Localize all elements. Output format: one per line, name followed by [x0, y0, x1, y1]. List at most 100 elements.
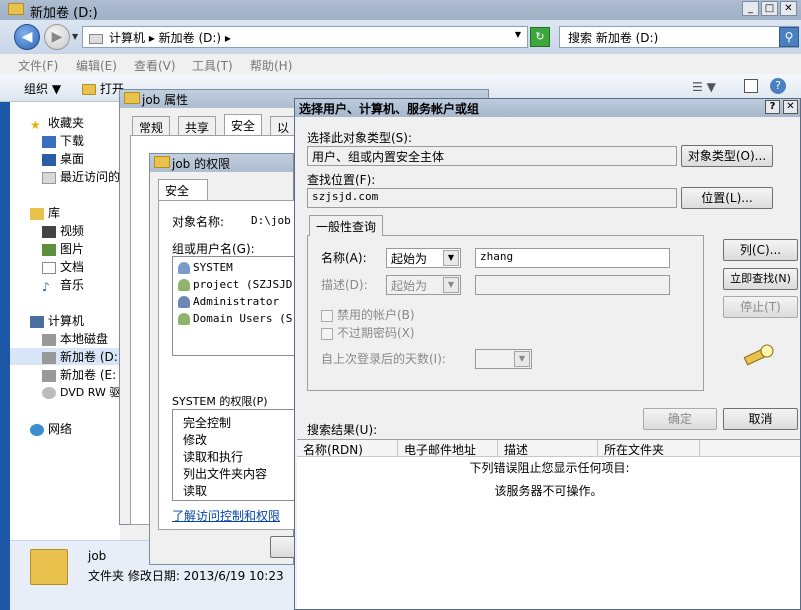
- nav-favorites[interactable]: ★ 收藏夹: [30, 114, 84, 132]
- column-header-name[interactable]: 名称(RDN): [303, 441, 363, 458]
- nav-downloads[interactable]: 下载: [42, 132, 84, 149]
- refresh-icon[interactable]: ↻: [530, 27, 550, 47]
- nav-desktop[interactable]: 桌面: [42, 150, 84, 167]
- desktop-icon: [42, 153, 56, 166]
- nav-network[interactable]: 网络: [30, 420, 72, 437]
- address-input[interactable]: 计算机 ▸ 新加卷 (D:) ▸ ▼: [82, 26, 528, 48]
- window-controls: _ □ ✕: [742, 1, 797, 16]
- nav-computer[interactable]: 计算机: [30, 312, 84, 329]
- non-expiring-password-checkbox: 不过期密码(X): [321, 324, 415, 341]
- help-button[interactable]: ?: [765, 100, 780, 114]
- help-icon[interactable]: ?: [770, 78, 786, 94]
- nav-drive-e[interactable]: 新加卷 (E:: [42, 366, 116, 383]
- permissions-for-label: SYSTEM 的权限(P): [172, 395, 268, 408]
- find-now-button[interactable]: 立即查找(N): [723, 268, 798, 290]
- computer-icon: [30, 315, 44, 328]
- music-icon: ♪: [42, 279, 50, 294]
- nav-recent[interactable]: 最近访问的: [42, 168, 120, 185]
- nav-dvd[interactable]: DVD RW 驱动: [42, 384, 131, 400]
- list-item[interactable]: Administrator: [178, 295, 279, 308]
- access-control-link[interactable]: 了解访问控制和权限: [172, 507, 280, 524]
- back-button[interactable]: ◀: [14, 24, 40, 50]
- selected-item-info: 文件夹 修改日期: 2013/6/19 10:23: [88, 569, 284, 583]
- tab-security[interactable]: 安全: [224, 114, 263, 135]
- description-match-value: 起始为: [391, 279, 428, 293]
- disabled-accounts-checkbox: 禁用的帐户(B): [321, 306, 415, 323]
- nav-videos[interactable]: 视频: [42, 222, 84, 239]
- error-message-line1: 下列错误阻止您显示任何项目:: [469, 461, 630, 475]
- nav-drive-d[interactable]: 新加卷 (D:: [10, 348, 120, 365]
- tab-sharing[interactable]: 共享: [178, 116, 217, 135]
- menu-bar: 文件(F) 编辑(E) 查看(V) 工具(T) 帮助(H): [0, 54, 801, 74]
- organize-button[interactable]: 组织 ▼: [24, 80, 61, 97]
- tab-general[interactable]: 常规: [132, 116, 171, 135]
- object-types-button[interactable]: 对象类型(O)...: [681, 145, 773, 167]
- video-icon: [42, 225, 56, 238]
- ok-button: 确定: [643, 408, 717, 430]
- nav-documents[interactable]: 文档: [42, 258, 84, 275]
- document-icon: [42, 261, 56, 274]
- name-match-value: 起始为: [391, 252, 428, 266]
- tab-more[interactable]: 以: [270, 116, 297, 135]
- preview-pane-icon[interactable]: [744, 79, 758, 93]
- columns-button[interactable]: 列(C)...: [723, 239, 798, 261]
- folder-icon: [8, 3, 24, 18]
- column-header-email[interactable]: 电子邮件地址: [397, 440, 476, 457]
- search-icon[interactable]: ⚲: [779, 27, 799, 47]
- list-item[interactable]: project (SZJSJD: [178, 278, 292, 291]
- permission-list-folder: 列出文件夹内容: [183, 467, 268, 481]
- network-icon: [30, 423, 44, 436]
- maximize-button[interactable]: □: [761, 1, 778, 16]
- groups-label: 组或用户名(G):: [172, 242, 255, 256]
- results-header: 名称(RDN) 电子邮件地址 描述 所在文件夹: [297, 440, 800, 457]
- permissions-list[interactable]: 完全控制 修改 读取和执行 列出文件夹内容 读取: [172, 409, 296, 501]
- hard-drive-icon: [42, 333, 56, 346]
- minimize-button[interactable]: _: [742, 1, 759, 16]
- nav-local-disk[interactable]: 本地磁盘: [42, 330, 108, 347]
- select-users-titlebar: 选择用户、计算机、服务帐户或组 ? ✕: [295, 99, 800, 117]
- close-button[interactable]: ✕: [780, 1, 797, 16]
- permission-read-execute: 读取和执行: [183, 450, 244, 464]
- history-dropdown-icon[interactable]: ▼: [72, 32, 78, 41]
- open-button[interactable]: 打开: [82, 80, 124, 97]
- permission-read: 读取: [183, 484, 208, 498]
- nav-libraries[interactable]: 库: [30, 204, 60, 221]
- column-header-description[interactable]: 描述: [497, 440, 528, 457]
- menu-tools[interactable]: 工具(T): [192, 57, 233, 74]
- group-icon: [178, 313, 190, 325]
- object-name-value: D:\job: [251, 214, 291, 227]
- name-match-select[interactable]: 起始为 ▼: [386, 248, 461, 268]
- list-item[interactable]: Domain Users (S: [178, 312, 292, 325]
- menu-view[interactable]: 查看(V): [134, 57, 176, 74]
- job-properties-title-text: job 属性: [142, 93, 189, 107]
- forward-button[interactable]: ▶: [44, 24, 70, 50]
- group-icon: [178, 279, 190, 291]
- menu-edit[interactable]: 编辑(E): [76, 57, 117, 74]
- nav-pictures[interactable]: 图片: [42, 240, 84, 257]
- window-title: 新加卷 (D:): [30, 6, 98, 21]
- nav-music[interactable]: ♪ 音乐: [42, 276, 84, 294]
- explorer-titlebar: 新加卷 (D:) _ □ ✕: [0, 0, 801, 21]
- users-list[interactable]: SYSTEM project (SZJSJD Administrator Dom…: [172, 256, 296, 356]
- error-message-line2: 该服务器不可操作。: [494, 484, 603, 498]
- navigation-pane: ★ 收藏夹 下载 桌面 最近访问的 库 视频 图片 文档 ♪ 音乐 计算机 本地磁盘…: [10, 102, 131, 540]
- locations-button[interactable]: 位置(L)...: [681, 187, 773, 209]
- list-item[interactable]: SYSTEM: [178, 261, 233, 274]
- open-folder-icon: [82, 84, 96, 95]
- view-options-icon[interactable]: ☰ ▼: [692, 80, 716, 94]
- tab-common-queries[interactable]: 一般性查询: [309, 215, 383, 236]
- cancel-button[interactable]: 取消: [723, 408, 798, 430]
- column-header-folder[interactable]: 所在文件夹: [597, 440, 664, 457]
- breadcrumb: 计算机 ▸ 新加卷 (D:) ▸: [109, 31, 231, 45]
- address-dropdown-icon[interactable]: ▼: [515, 30, 521, 39]
- menu-help[interactable]: 帮助(H): [250, 57, 292, 74]
- tab-security[interactable]: 安全: [158, 179, 208, 200]
- selected-item-name: job: [88, 549, 107, 563]
- search-input[interactable]: 搜索 新加卷 (D:): [559, 26, 799, 48]
- close-button[interactable]: ✕: [783, 100, 798, 114]
- menu-file[interactable]: 文件(F): [18, 57, 58, 74]
- object-type-field: 用户、组或内置安全主体: [307, 146, 677, 166]
- search-results-list[interactable]: 名称(RDN) 电子邮件地址 描述 所在文件夹 下列错误阻止您显示任何项目: 该…: [297, 439, 800, 609]
- search-results-label: 搜索结果(U):: [307, 423, 378, 437]
- name-input[interactable]: zhang: [475, 248, 670, 268]
